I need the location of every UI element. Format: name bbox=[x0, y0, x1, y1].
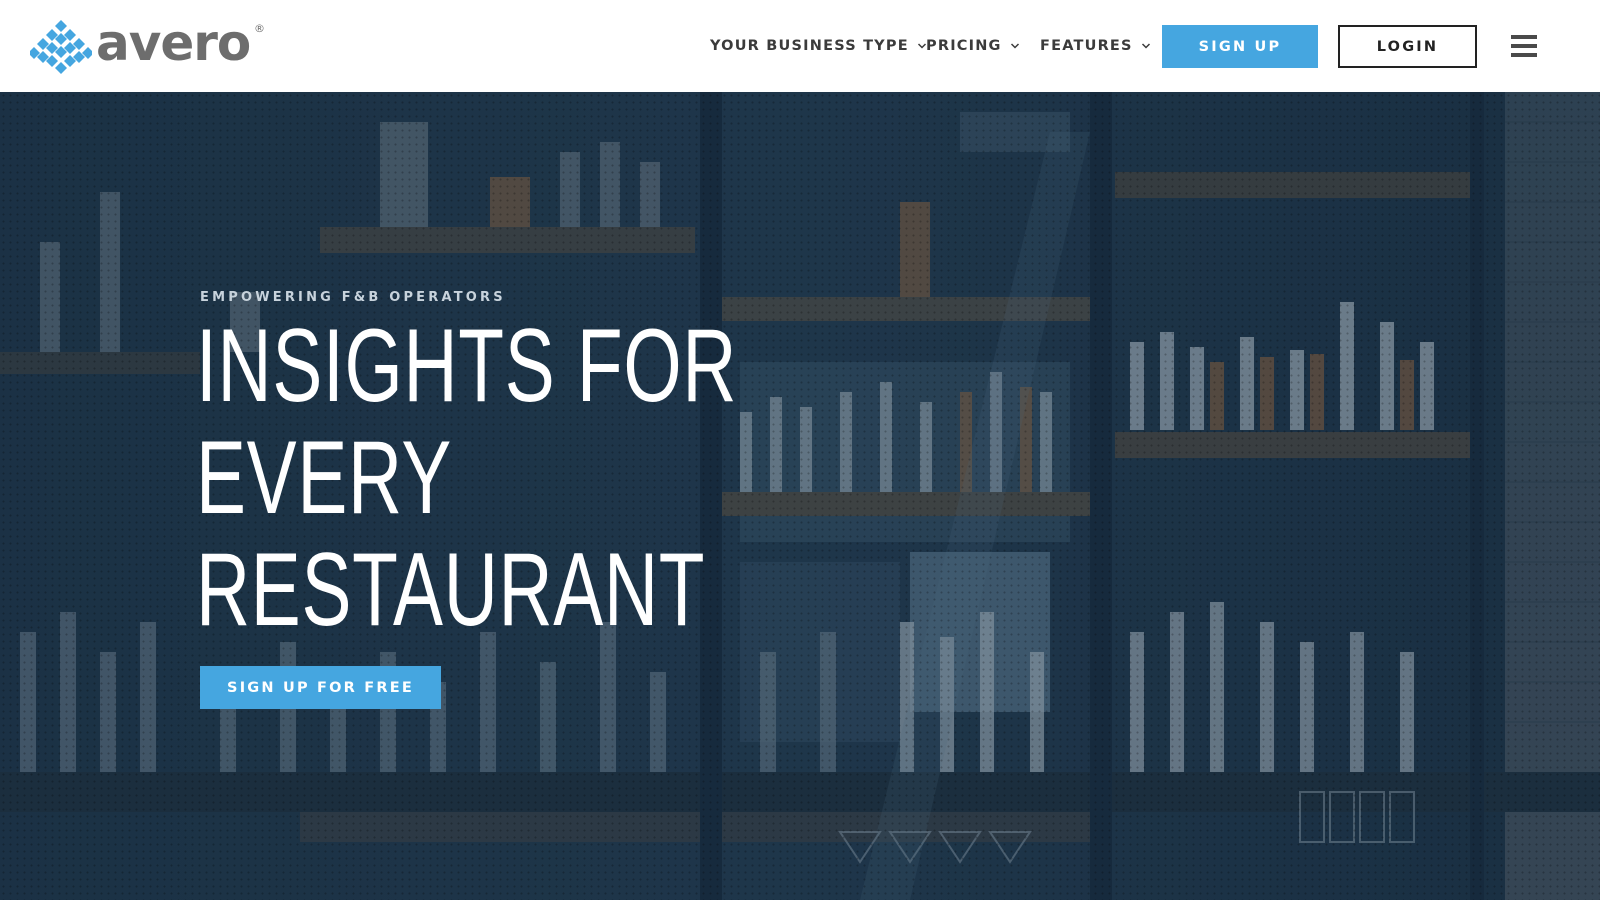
nav-item-business-type[interactable]: YOUR BUSINESS TYPE bbox=[710, 36, 927, 56]
headline-line: RESTAURANT bbox=[196, 532, 706, 648]
sign-up-for-free-button[interactable]: SIGN UP FOR FREE bbox=[200, 666, 441, 709]
hero-eyebrow: EMPOWERING F&B OPERATORS bbox=[200, 290, 506, 305]
site-header: avero ® YOUR BUSINESS TYPE PRICING FEATU… bbox=[0, 0, 1600, 92]
nav-item-features[interactable]: FEATURES bbox=[1040, 36, 1151, 56]
login-button[interactable]: LOGIN bbox=[1338, 25, 1477, 68]
hamburger-menu-icon[interactable] bbox=[1511, 33, 1537, 59]
hero-headline: INSIGHTS FOR EVERY RESTAURANT bbox=[196, 308, 738, 648]
headline-line: EVERY bbox=[196, 420, 453, 536]
main-nav: YOUR BUSINESS TYPE PRICING FEATURES SIGN… bbox=[0, 0, 1600, 92]
hero-section: EMPOWERING F&B OPERATORS INSIGHTS FOR EV… bbox=[0, 92, 1600, 900]
chevron-down-icon bbox=[1010, 43, 1019, 49]
hero-content: EMPOWERING F&B OPERATORS INSIGHTS FOR EV… bbox=[196, 92, 900, 900]
nav-item-label: PRICING bbox=[926, 38, 1002, 54]
nav-item-label: FEATURES bbox=[1040, 38, 1133, 54]
headline-line: INSIGHTS FOR bbox=[196, 308, 738, 424]
nav-item-label: YOUR BUSINESS TYPE bbox=[710, 38, 909, 54]
chevron-down-icon bbox=[1141, 43, 1150, 49]
nav-item-pricing[interactable]: PRICING bbox=[926, 36, 1020, 56]
sign-up-button[interactable]: SIGN UP bbox=[1162, 25, 1318, 68]
